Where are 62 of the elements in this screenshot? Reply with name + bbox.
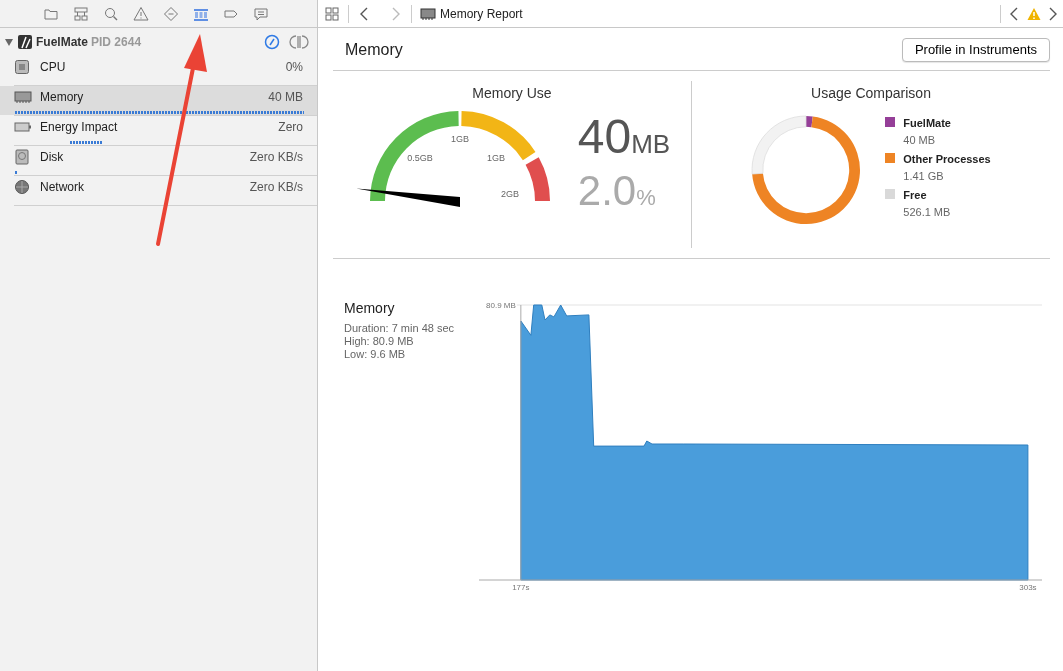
gauge-name: CPU xyxy=(40,58,66,76)
warning-icon[interactable] xyxy=(132,4,150,23)
debug-gauges-icon[interactable] xyxy=(289,34,309,50)
report-title: Memory xyxy=(345,40,403,60)
memory-amount: 40 xyxy=(577,110,632,164)
profile-button[interactable]: Profile in Instruments xyxy=(901,38,1050,62)
gauge-value: Zero xyxy=(278,118,303,136)
panel-title: Usage Comparison xyxy=(811,84,931,102)
gauge-scale-label: 1GB xyxy=(450,134,469,145)
legend-value: 526.1 MB xyxy=(903,204,951,220)
gauge-name: Memory xyxy=(40,88,84,106)
process-id: PID 2644 xyxy=(91,34,142,51)
gauge-name: Energy Impact xyxy=(40,118,118,136)
gauge-row[interactable]: Network Zero KB/s xyxy=(0,176,317,205)
warning-icon[interactable] xyxy=(1027,6,1041,21)
memory-chip-icon xyxy=(420,6,436,21)
chart-stat: Duration: 7 min 48 sec xyxy=(344,322,456,336)
gauge-name: Disk xyxy=(40,148,64,166)
gauge-icon[interactable] xyxy=(264,34,280,50)
gauge-row[interactable]: Disk Zero KB/s xyxy=(0,146,317,175)
sparkline xyxy=(69,141,102,144)
gauge-high-zone xyxy=(525,157,550,202)
percent-sign: % xyxy=(636,185,656,211)
gauge-scale-label: 1GB xyxy=(486,153,505,164)
app-logo-icon xyxy=(17,34,33,50)
memory-chip-icon xyxy=(14,88,32,105)
globe-icon xyxy=(14,178,32,195)
gauge-row[interactable]: Energy Impact Zero xyxy=(0,116,317,145)
process-name: FuelMate xyxy=(36,34,88,51)
gauge-value: 0% xyxy=(285,58,303,76)
panel-title: Memory Use xyxy=(472,84,552,102)
x-tick-label: 303s xyxy=(1019,582,1037,592)
y-tick-label: 80.9 MB xyxy=(486,300,516,310)
disk-drive-icon xyxy=(14,148,32,165)
x-tick-label: 177s xyxy=(512,582,530,592)
gauge-row[interactable]: Memory 40 MB xyxy=(0,86,317,115)
gauge-scale-label: 2GB xyxy=(500,189,519,200)
chart-stat: High: 80.9 MB xyxy=(344,335,415,349)
legend-value: 1.41 GB xyxy=(903,168,945,184)
cpu-icon xyxy=(14,58,32,75)
gauge-row[interactable]: CPU 0% xyxy=(0,56,317,85)
legend-name: Free xyxy=(903,188,928,204)
jump-bar-title[interactable]: Memory Report xyxy=(440,4,523,23)
legend-name: FuelMate xyxy=(903,116,951,132)
gauge-value: Zero KB/s xyxy=(249,178,303,196)
gauge-name: Network xyxy=(40,178,84,196)
next-issue-icon[interactable] xyxy=(1049,5,1057,22)
previous-issue-icon[interactable] xyxy=(1009,5,1019,22)
gauge-value: Zero KB/s xyxy=(249,148,303,166)
gauge-scale-label: 0.5GB xyxy=(407,153,433,164)
hierarchy-icon[interactable] xyxy=(72,4,90,23)
memory-percent: 2.0 xyxy=(577,167,637,215)
memory-unit: MB xyxy=(631,129,671,160)
chart-title: Memory xyxy=(344,299,396,317)
legend-value: 40 MB xyxy=(903,132,937,148)
gauge-value: 40 MB xyxy=(268,88,303,106)
chart-stat: Low: 9.6 MB xyxy=(344,348,407,362)
legend-name: Other Processes xyxy=(903,152,991,168)
sparkline xyxy=(15,171,18,174)
diamond-icon[interactable] xyxy=(162,4,180,23)
grid-icon[interactable] xyxy=(324,5,340,22)
disclosure-triangle-icon[interactable] xyxy=(4,37,14,47)
